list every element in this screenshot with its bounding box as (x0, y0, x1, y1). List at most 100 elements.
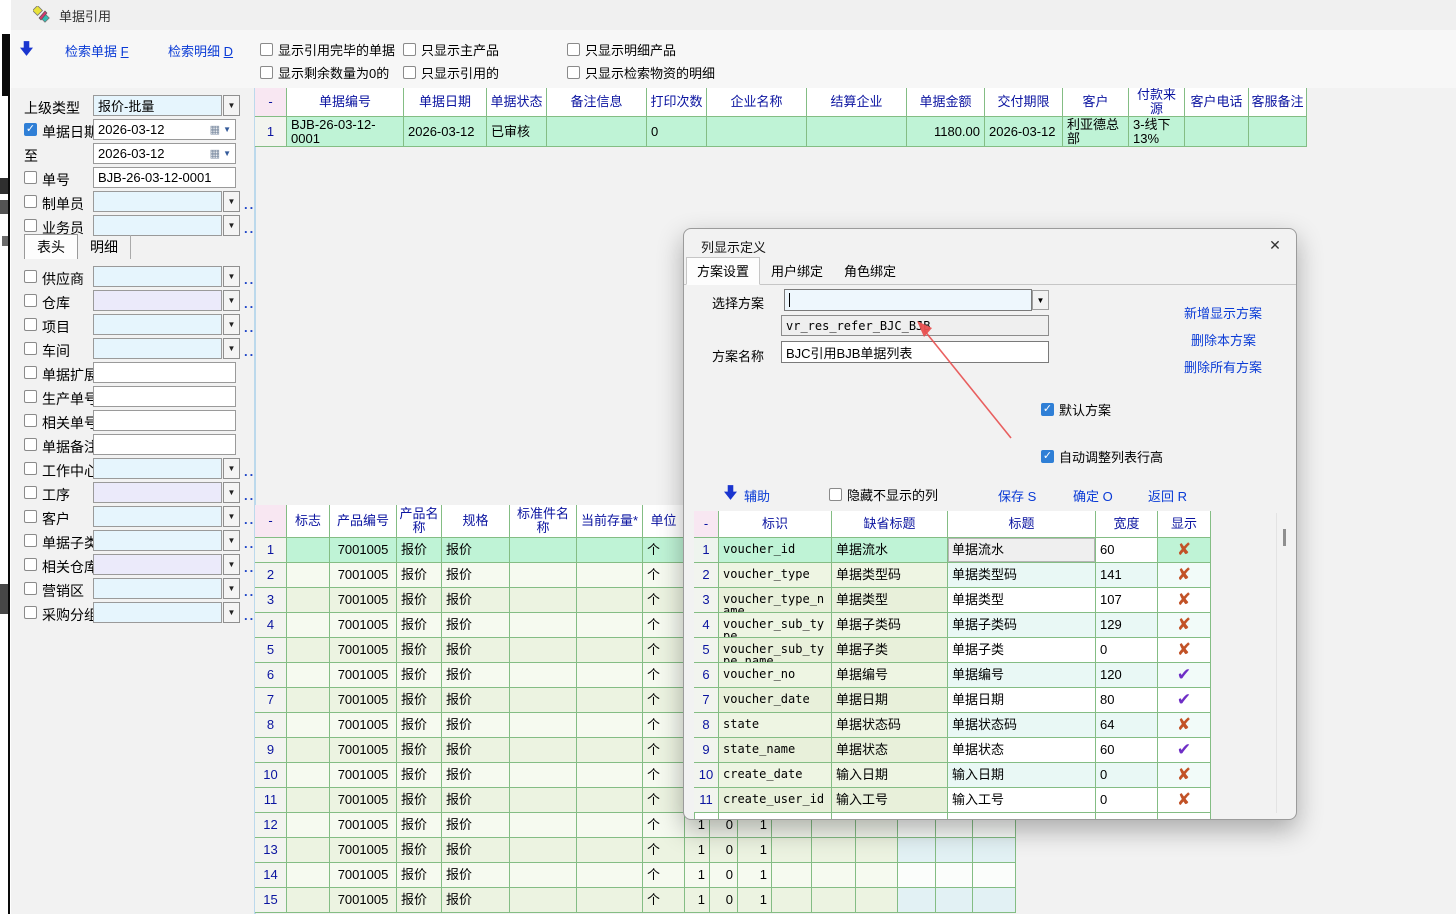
sidebar-head-2-date-input[interactable]: 2026-03-12▦▼ (93, 119, 236, 140)
visible-check-icon[interactable]: ✔ (1177, 668, 1191, 682)
sidebar-filter-1-checkbox[interactable] (24, 270, 37, 283)
sidebar-head-6-select[interactable] (93, 215, 222, 236)
sidebar-filter-2-select[interactable] (93, 290, 222, 311)
config-row[interactable]: 2voucher_type单据类型码单据类型码141✘ (694, 563, 1211, 588)
sidebar-filter-10-checkbox[interactable] (24, 486, 37, 499)
table-row[interactable]: 1BJB-26-03-12-00012026-03-12已审核01180.002… (255, 117, 1307, 147)
sidebar-filter-4-dropdown-icon[interactable]: ▼ (223, 338, 240, 359)
sidebar-filter-7-checkbox[interactable] (24, 414, 37, 427)
hidden-x-icon[interactable]: ✘ (1177, 768, 1191, 782)
sidebar-filter-8-checkbox[interactable] (24, 438, 37, 451)
sidebar-filter-4-checkbox[interactable] (24, 342, 37, 355)
hidden-x-icon[interactable]: ✘ (1177, 793, 1191, 807)
config-cell[interactable]: ✔ (1158, 663, 1211, 688)
hide-hidden-columns-checkbox[interactable] (829, 488, 842, 501)
hidden-x-icon[interactable]: ✘ (1177, 568, 1191, 582)
config-row[interactable]: 5voucher_sub_type_name单据子类单据子类0✘ (694, 638, 1211, 663)
config-cell[interactable]: ✘ (1158, 538, 1211, 563)
sidebar-head-3-date-input[interactable]: 2026-03-12▦▼ (93, 143, 236, 164)
add-scheme-link[interactable]: 新增显示方案 (1184, 303, 1262, 322)
hidden-x-icon[interactable]: ✘ (1177, 718, 1191, 732)
sidebar-filter-9-dropdown-icon[interactable]: ▼ (223, 458, 240, 479)
sidebar-filter-1-select[interactable] (93, 266, 222, 287)
sidebar-filter-14-dropdown-icon[interactable]: ▼ (223, 578, 240, 599)
calendar-icon[interactable]: ▦ (210, 147, 220, 160)
config-row[interactable]: 6voucher_no单据编号单据编号120✔ (694, 663, 1211, 688)
config-cell[interactable]: ✘ (1158, 713, 1211, 738)
config-row[interactable]: 7voucher_date单据日期单据日期80✔ (694, 688, 1211, 713)
sidebar-filter-13-select[interactable] (93, 554, 222, 575)
sidebar-filter-2-dropdown-icon[interactable]: ▼ (223, 290, 240, 311)
toolbar-option-2-checkbox[interactable] (403, 43, 416, 56)
sidebar-tab-header[interactable]: 表头 (24, 234, 78, 259)
dialog-tab-3[interactable]: 角色绑定 (834, 258, 906, 284)
config-row[interactable]: 8state单据状态码单据状态码64✘ (694, 713, 1211, 738)
hidden-x-icon[interactable]: ✘ (1177, 593, 1191, 607)
toolbar-option-3-checkbox[interactable] (567, 43, 580, 56)
sidebar-filter-13-checkbox[interactable] (24, 558, 37, 571)
sidebar-head-6-dropdown-icon[interactable]: ▼ (223, 215, 240, 236)
config-cell[interactable]: ✘ (1158, 563, 1211, 588)
sidebar-filter-15-select[interactable] (93, 602, 222, 623)
config-row[interactable]: 11create_user_id输入工号输入工号0✘ (694, 788, 1211, 813)
sidebar-filter-11-checkbox[interactable] (24, 510, 37, 523)
config-row[interactable]: 9state_name单据状态单据状态60✔ (694, 738, 1211, 763)
toolbar-option-4-checkbox[interactable] (260, 66, 273, 79)
sidebar-filter-12-checkbox[interactable] (24, 534, 37, 547)
config-cell[interactable]: ✘ (1158, 588, 1211, 613)
hidden-x-icon[interactable]: ✘ (1177, 543, 1191, 557)
config-cell[interactable]: ✘ (1158, 788, 1211, 813)
sidebar-filter-1-dropdown-icon[interactable]: ▼ (223, 266, 240, 287)
sidebar-filter-6-checkbox[interactable] (24, 390, 37, 403)
sidebar-filter-3-checkbox[interactable] (24, 318, 37, 331)
sidebar-filter-12-select[interactable] (93, 530, 222, 551)
autofit-row-height-checkbox[interactable]: ✓ (1041, 450, 1054, 463)
sidebar-filter-7-input[interactable] (93, 410, 236, 431)
delete-scheme-link[interactable]: 删除本方案 (1191, 330, 1256, 349)
sidebar-head-5-checkbox[interactable] (24, 195, 37, 208)
config-cell[interactable]: ✔ (1158, 738, 1211, 763)
sidebar-filter-15-checkbox[interactable] (24, 606, 37, 619)
config-cell[interactable]: ✔ (1158, 688, 1211, 713)
toolbar-option-5-checkbox[interactable] (403, 66, 416, 79)
sidebar-filter-9-select[interactable] (93, 458, 222, 479)
sidebar-filter-2-checkbox[interactable] (24, 294, 37, 307)
sidebar-filter-3-select[interactable] (93, 314, 222, 335)
sidebar-head-4-input[interactable]: BJB-26-03-12-0001 (93, 167, 236, 188)
close-icon[interactable]: ✕ (1262, 233, 1288, 257)
toolbar-option-6-checkbox[interactable] (567, 66, 580, 79)
sidebar-filter-11-select[interactable] (93, 506, 222, 527)
sidebar-filter-10-dropdown-icon[interactable]: ▼ (223, 482, 240, 503)
sidebar-filter-3-dropdown-icon[interactable]: ▼ (223, 314, 240, 335)
table-row[interactable]: 157001005报价报价个101 (255, 888, 1016, 913)
sidebar-filter-13-dropdown-icon[interactable]: ▼ (223, 554, 240, 575)
sidebar-filter-15-dropdown-icon[interactable]: ▼ (223, 602, 240, 623)
sidebar-filter-5-checkbox[interactable] (24, 366, 37, 379)
scrollbar-thumb[interactable] (1283, 529, 1286, 546)
visible-check-icon[interactable]: ✔ (1177, 693, 1191, 707)
table-row[interactable]: 137001005报价报价个101 (255, 838, 1016, 863)
default-scheme-checkbox[interactable]: ✓ (1041, 403, 1054, 416)
sidebar-head-5-dropdown-icon[interactable]: ▼ (223, 191, 240, 212)
dropdown-arrow-icon[interactable]: ▼ (223, 125, 231, 134)
hidden-x-icon[interactable]: ✘ (1177, 643, 1191, 657)
sidebar-head-1-dropdown-icon[interactable]: ▼ (223, 95, 240, 116)
return-button[interactable]: 返回 R (1148, 486, 1187, 505)
dialog-tab-1[interactable]: 方案设置 (686, 257, 760, 285)
sidebar-filter-11-dropdown-icon[interactable]: ▼ (223, 506, 240, 527)
scheme-combobox-arrow-icon[interactable]: ▼ (1032, 290, 1049, 310)
calendar-icon[interactable]: ▦ (210, 123, 220, 136)
sidebar-filter-10-select[interactable] (93, 482, 222, 503)
search-doc-link[interactable]: 检索单据 F (65, 41, 129, 60)
dialog-tab-2[interactable]: 用户绑定 (761, 258, 833, 284)
delete-all-schemes-link[interactable]: 删除所有方案 (1184, 357, 1262, 376)
config-cell[interactable]: ✘ (1158, 613, 1211, 638)
sidebar-filter-6-input[interactable] (93, 386, 236, 407)
sidebar-head-5-select[interactable] (93, 191, 222, 212)
aux-icon[interactable] (724, 485, 737, 500)
sidebar-filter-14-select[interactable] (93, 578, 222, 599)
sidebar-head-2-checkbox[interactable]: ✓ (24, 123, 37, 136)
sidebar-filter-14-checkbox[interactable] (24, 582, 37, 595)
scheme-combobox[interactable] (784, 289, 1032, 311)
sidebar-filter-8-input[interactable] (93, 434, 236, 455)
